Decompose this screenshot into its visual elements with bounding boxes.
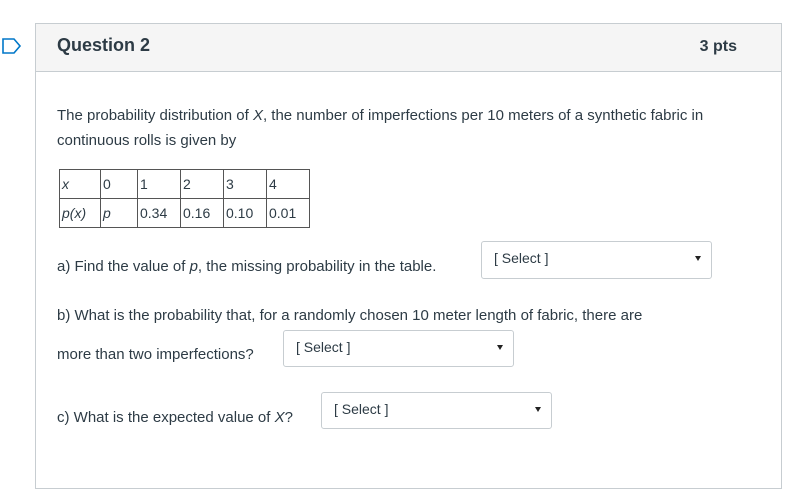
dropdown-caret-icon xyxy=(535,407,541,412)
question-intro: The probability distribution of X, the n… xyxy=(57,103,737,153)
table-row-px: p(x) p 0.34 0.16 0.10 0.01 xyxy=(59,198,310,228)
flag-question-icon[interactable] xyxy=(2,38,22,54)
select-label: [ Select ] xyxy=(334,401,389,417)
table-cell: p xyxy=(100,198,138,228)
table-cell: 0.16 xyxy=(180,198,224,228)
part-c-text: c) What is the expected value of X? xyxy=(57,405,337,430)
part-c-variable: X xyxy=(274,409,285,426)
table-cell: 0.01 xyxy=(266,198,310,228)
intro-text-1: The probability distribution of xyxy=(57,107,253,124)
part-a-text-1: a) Find the value of xyxy=(57,258,190,275)
question-card: Question 2 3 pts The probability distrib… xyxy=(35,23,782,489)
dropdown-caret-icon xyxy=(497,345,503,350)
question-title: Question 2 xyxy=(57,35,151,55)
select-label: [ Select ] xyxy=(296,339,351,355)
part-a-text-2: , the missing probability in the table. xyxy=(197,258,437,275)
part-b-line-1: b) What is the probability that, for a r… xyxy=(57,307,643,324)
question-points: 3 pts xyxy=(699,38,737,55)
answer-select-b[interactable]: [ Select ] xyxy=(283,330,514,367)
table-row-x: x 0 1 2 3 4 xyxy=(59,169,310,199)
table-cell: x xyxy=(59,169,101,199)
part-a-variable: p xyxy=(189,258,198,275)
answer-select-c[interactable]: [ Select ] xyxy=(321,392,552,429)
table-cell: 0.10 xyxy=(223,198,267,228)
table-cell: 0 xyxy=(100,169,138,199)
table-cell: 2 xyxy=(180,169,224,199)
part-b-line-2: more than two imperfections? xyxy=(57,346,254,363)
table-cell: 0.34 xyxy=(137,198,181,228)
part-c-text-1: c) What is the expected value of xyxy=(57,409,275,426)
table-cell: 3 xyxy=(223,169,267,199)
part-c-text-2: ? xyxy=(284,409,293,426)
table-cell: p(x) xyxy=(59,198,101,228)
distribution-table: x 0 1 2 3 4 p(x) p 0.34 0.16 0.10 0.01 xyxy=(59,169,310,228)
dropdown-caret-icon xyxy=(695,256,701,261)
intro-variable: X xyxy=(252,107,263,124)
table-cell: 4 xyxy=(266,169,310,199)
part-a-text: a) Find the value of p, the missing prob… xyxy=(57,254,487,279)
select-label: [ Select ] xyxy=(494,250,549,266)
question-header: Question 2 3 pts xyxy=(36,24,781,72)
answer-select-a[interactable]: [ Select ] xyxy=(481,241,712,279)
table-cell: 1 xyxy=(137,169,181,199)
